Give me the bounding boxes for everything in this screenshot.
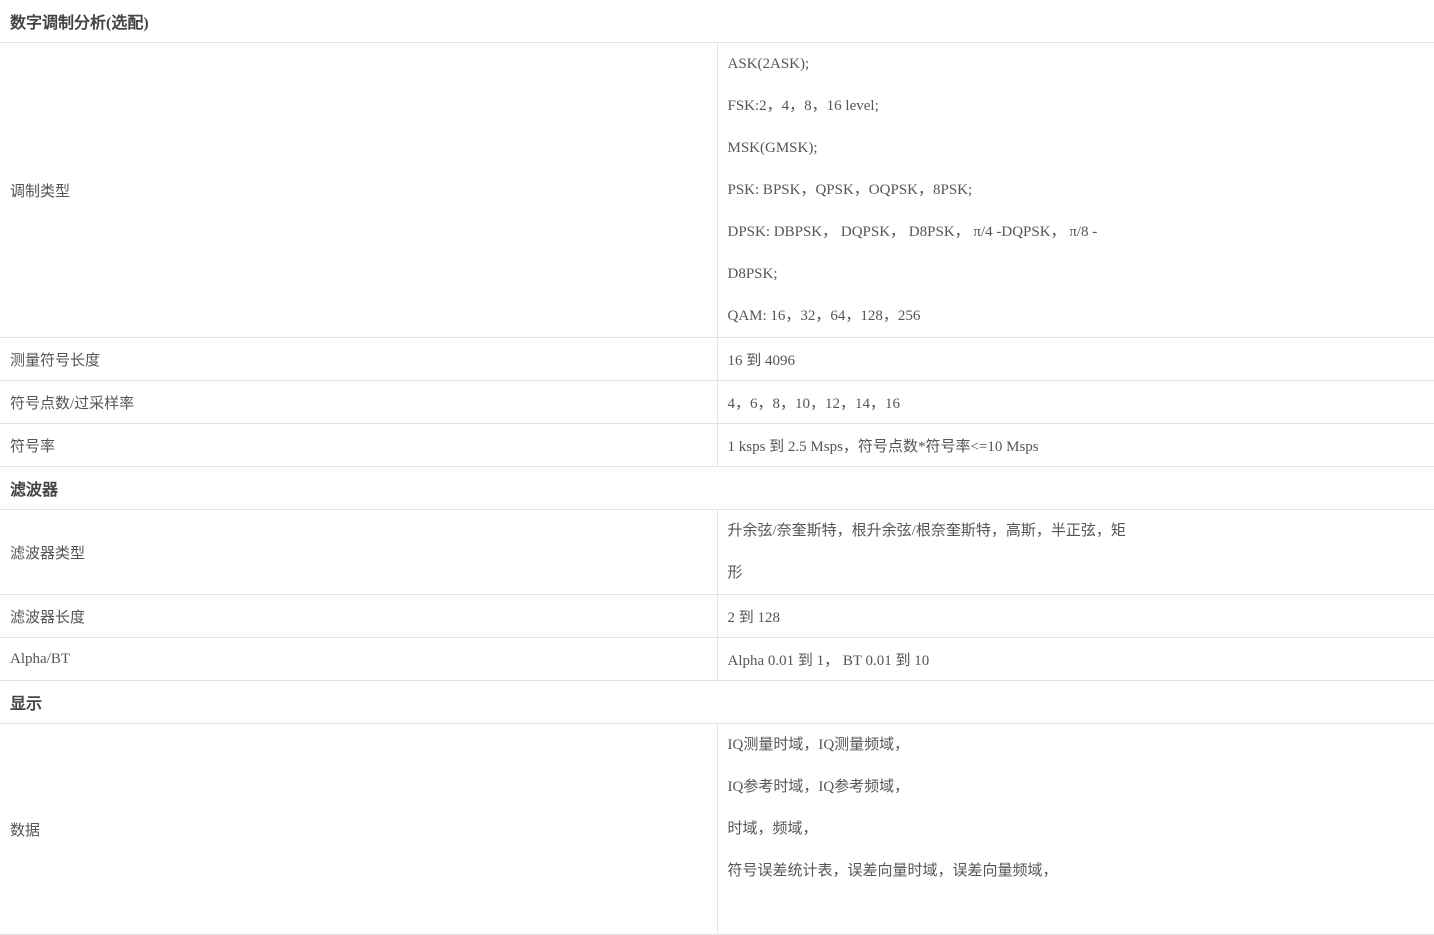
section-row-digital-mod: 数字调制分析(选配) [0,0,1434,43]
value-line: MSK(GMSK); [727,140,818,156]
row-value: Alpha 0.01 到 1， BT 0.01 到 10 [717,637,1434,681]
section-title: 滤波器 [0,466,1434,510]
row-label: 符号率 [0,423,718,467]
row-value: ASK(2ASK); FSK:2，4，8，16 level; MSK(GMSK)… [717,42,1434,338]
section-title: 数字调制分析(选配) [0,0,1434,43]
spec-table: 数字调制分析(选配) 调制类型 ASK(2ASK); FSK:2，4，8，16 … [0,0,1434,935]
value-line: 升余弦/奈奎斯特，根升余弦/根奈奎斯特，高斯，半正弦，矩 [727,523,1126,539]
value-line: ASK(2ASK); [727,56,810,72]
row-value: 1 ksps 到 2.5 Msps，符号点数*符号率<=10 Msps [717,423,1434,467]
value-line: IQ参考时域，IQ参考频域， [727,779,910,795]
value-line: QAM: 16，32，64，128，256 [727,308,921,324]
row-label: Alpha/BT [0,637,718,681]
row-label: 测量符号长度 [0,337,718,381]
table-row-filter-length: 滤波器长度 2 到 128 [0,594,1434,638]
row-label: 调制类型 [0,42,718,338]
table-row-symbol-length: 测量符号长度 16 到 4096 [0,337,1434,381]
section-title: 显示 [0,680,1434,724]
table-row-data: 数据 IQ测量时域，IQ测量频域， IQ参考时域，IQ参考频域， 时域，频域， … [0,723,1434,935]
value-line: DPSK: DBPSK， DQPSK， D8PSK， π/4 -DQPSK， π… [727,224,1098,240]
row-value: 16 到 4096 [717,337,1434,381]
value-line: D8PSK; [727,266,778,282]
section-row-filter: 滤波器 [0,466,1434,510]
table-row-mod-type: 调制类型 ASK(2ASK); FSK:2，4，8，16 level; MSK(… [0,42,1434,338]
row-label: 符号点数/过采样率 [0,380,718,424]
value-line: 形 [727,565,743,581]
section-row-display: 显示 [0,680,1434,724]
table-row-symbol-rate: 符号率 1 ksps 到 2.5 Msps，符号点数*符号率<=10 Msps [0,423,1434,467]
value-line: PSK: BPSK，QPSK，OQPSK，8PSK; [727,182,973,198]
row-value: 4，6，8，10，12，14，16 [717,380,1434,424]
row-value: 2 到 128 [717,594,1434,638]
value-line: 符号误差统计表，误差向量时域，误差向量频域， [727,863,1058,879]
value-line: 时域，频域， [727,821,818,837]
table-row-alpha-bt: Alpha/BT Alpha 0.01 到 1， BT 0.01 到 10 [0,637,1434,681]
row-value: 升余弦/奈奎斯特，根升余弦/根奈奎斯特，高斯，半正弦，矩 形 [717,509,1434,595]
row-label: 滤波器类型 [0,509,718,595]
table-row-oversample: 符号点数/过采样率 4，6，8，10，12，14，16 [0,380,1434,424]
value-line: IQ测量时域，IQ测量频域， [727,737,910,753]
row-label: 滤波器长度 [0,594,718,638]
table-row-filter-type: 滤波器类型 升余弦/奈奎斯特，根升余弦/根奈奎斯特，高斯，半正弦，矩 形 [0,509,1434,595]
value-line: FSK:2，4，8，16 level; [727,98,879,114]
row-label: 数据 [0,723,718,935]
row-value: IQ测量时域，IQ测量频域， IQ参考时域，IQ参考频域， 时域，频域， 符号误… [717,723,1434,935]
